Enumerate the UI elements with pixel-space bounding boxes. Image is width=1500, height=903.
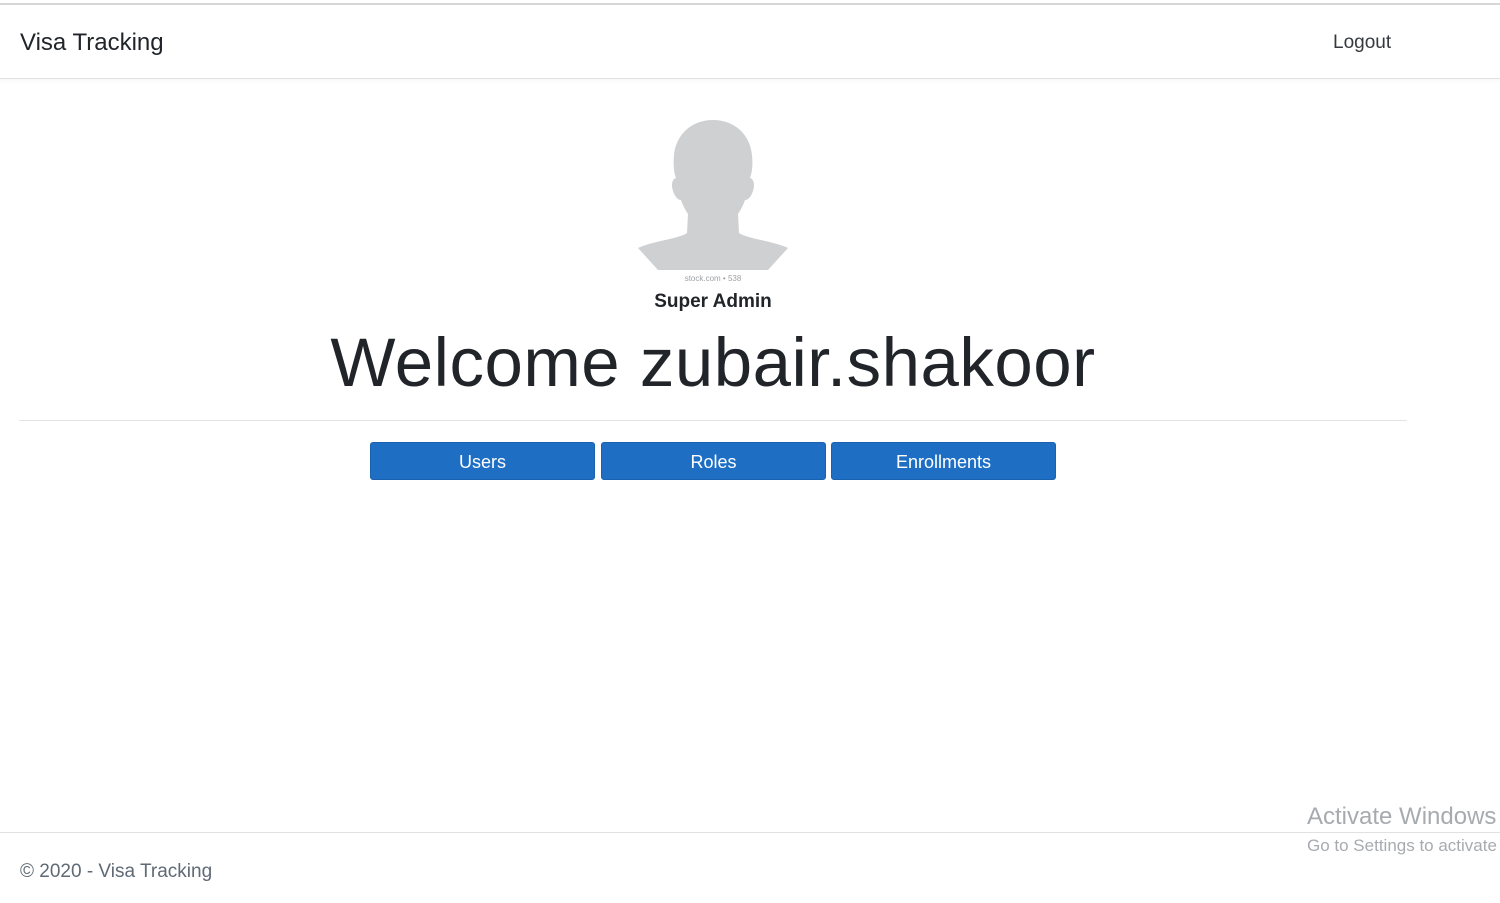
activate-windows-title: Activate Windows [1307,803,1497,830]
users-button[interactable]: Users [370,442,595,480]
profile-avatar: stock.com • 538 [638,120,788,283]
activate-windows-subtitle: Go to Settings to activate Windows. [1307,836,1500,855]
welcome-heading: Welcome zubair.shakoor [330,324,1096,401]
page: Visa Tracking Logout stock.com • 538 Sup… [0,0,1500,903]
footer-copyright: © 2020 - Visa Tracking [20,861,213,882]
roles-button[interactable]: Roles [601,442,826,480]
logout-link[interactable]: Logout [1333,31,1391,55]
avatar-silhouette [638,120,788,270]
footer-divider [0,832,1500,833]
enrollments-button[interactable]: Enrollments [831,442,1056,480]
brand-link[interactable]: Visa Tracking [20,29,164,57]
divider [19,420,1407,421]
navbar: Visa Tracking Logout [0,5,1500,79]
avatar-caption: stock.com • 538 [685,274,742,283]
role-label: Super Admin [654,291,772,312]
